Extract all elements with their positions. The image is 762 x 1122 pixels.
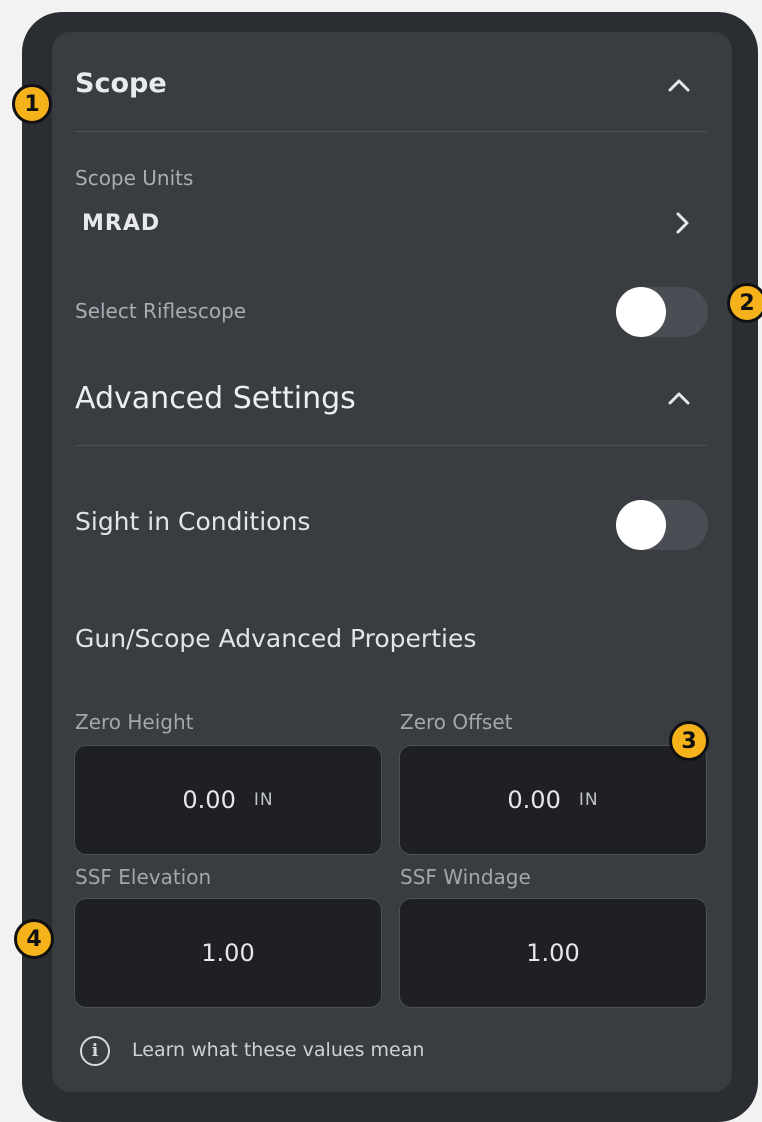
callout-badge-3: 3 — [669, 721, 709, 761]
ssf-elevation-label: SSF Elevation — [75, 865, 212, 889]
divider — [75, 445, 707, 446]
chevron-up-icon[interactable] — [666, 76, 692, 94]
toggle-knob — [616, 500, 666, 550]
learn-values-link[interactable]: Learn what these values mean — [132, 1039, 424, 1061]
sight-in-conditions-toggle[interactable] — [616, 500, 708, 550]
sight-in-conditions-label: Sight in Conditions — [75, 507, 311, 536]
zero-height-label: Zero Height — [75, 710, 194, 734]
zero-height-field[interactable]: 0.00 IN — [74, 745, 382, 855]
advanced-settings-title: Advanced Settings — [75, 381, 356, 416]
info-icon[interactable]: i — [80, 1036, 110, 1066]
zero-height-unit: IN — [253, 790, 274, 810]
select-riflescope-label: Select Riflescope — [75, 299, 247, 323]
ssf-windage-label: SSF Windage — [400, 865, 531, 889]
advanced-properties-title: Gun/Scope Advanced Properties — [75, 624, 477, 653]
zero-height-value: 0.00 — [182, 786, 236, 814]
zero-offset-value: 0.00 — [507, 786, 561, 814]
zero-offset-field[interactable]: 0.00 IN — [399, 745, 707, 855]
scope-units-value[interactable]: MRAD — [82, 211, 160, 236]
divider — [75, 131, 707, 132]
select-riflescope-toggle[interactable] — [616, 287, 708, 337]
ssf-elevation-field[interactable]: 1.00 — [74, 898, 382, 1008]
ssf-windage-field[interactable]: 1.00 — [399, 898, 707, 1008]
callout-badge-2: 2 — [727, 283, 762, 323]
toggle-knob — [616, 287, 666, 337]
scope-section-title: Scope — [75, 68, 167, 99]
scope-units-label: Scope Units — [75, 166, 194, 190]
callout-badge-4: 4 — [14, 919, 54, 959]
ssf-elevation-value: 1.00 — [201, 939, 255, 967]
callout-badge-1: 1 — [12, 84, 52, 124]
zero-offset-unit: IN — [578, 790, 599, 810]
ssf-windage-value: 1.00 — [526, 939, 580, 967]
chevron-up-icon[interactable] — [666, 389, 692, 407]
chevron-right-icon[interactable] — [672, 210, 692, 236]
zero-offset-label: Zero Offset — [400, 710, 513, 734]
